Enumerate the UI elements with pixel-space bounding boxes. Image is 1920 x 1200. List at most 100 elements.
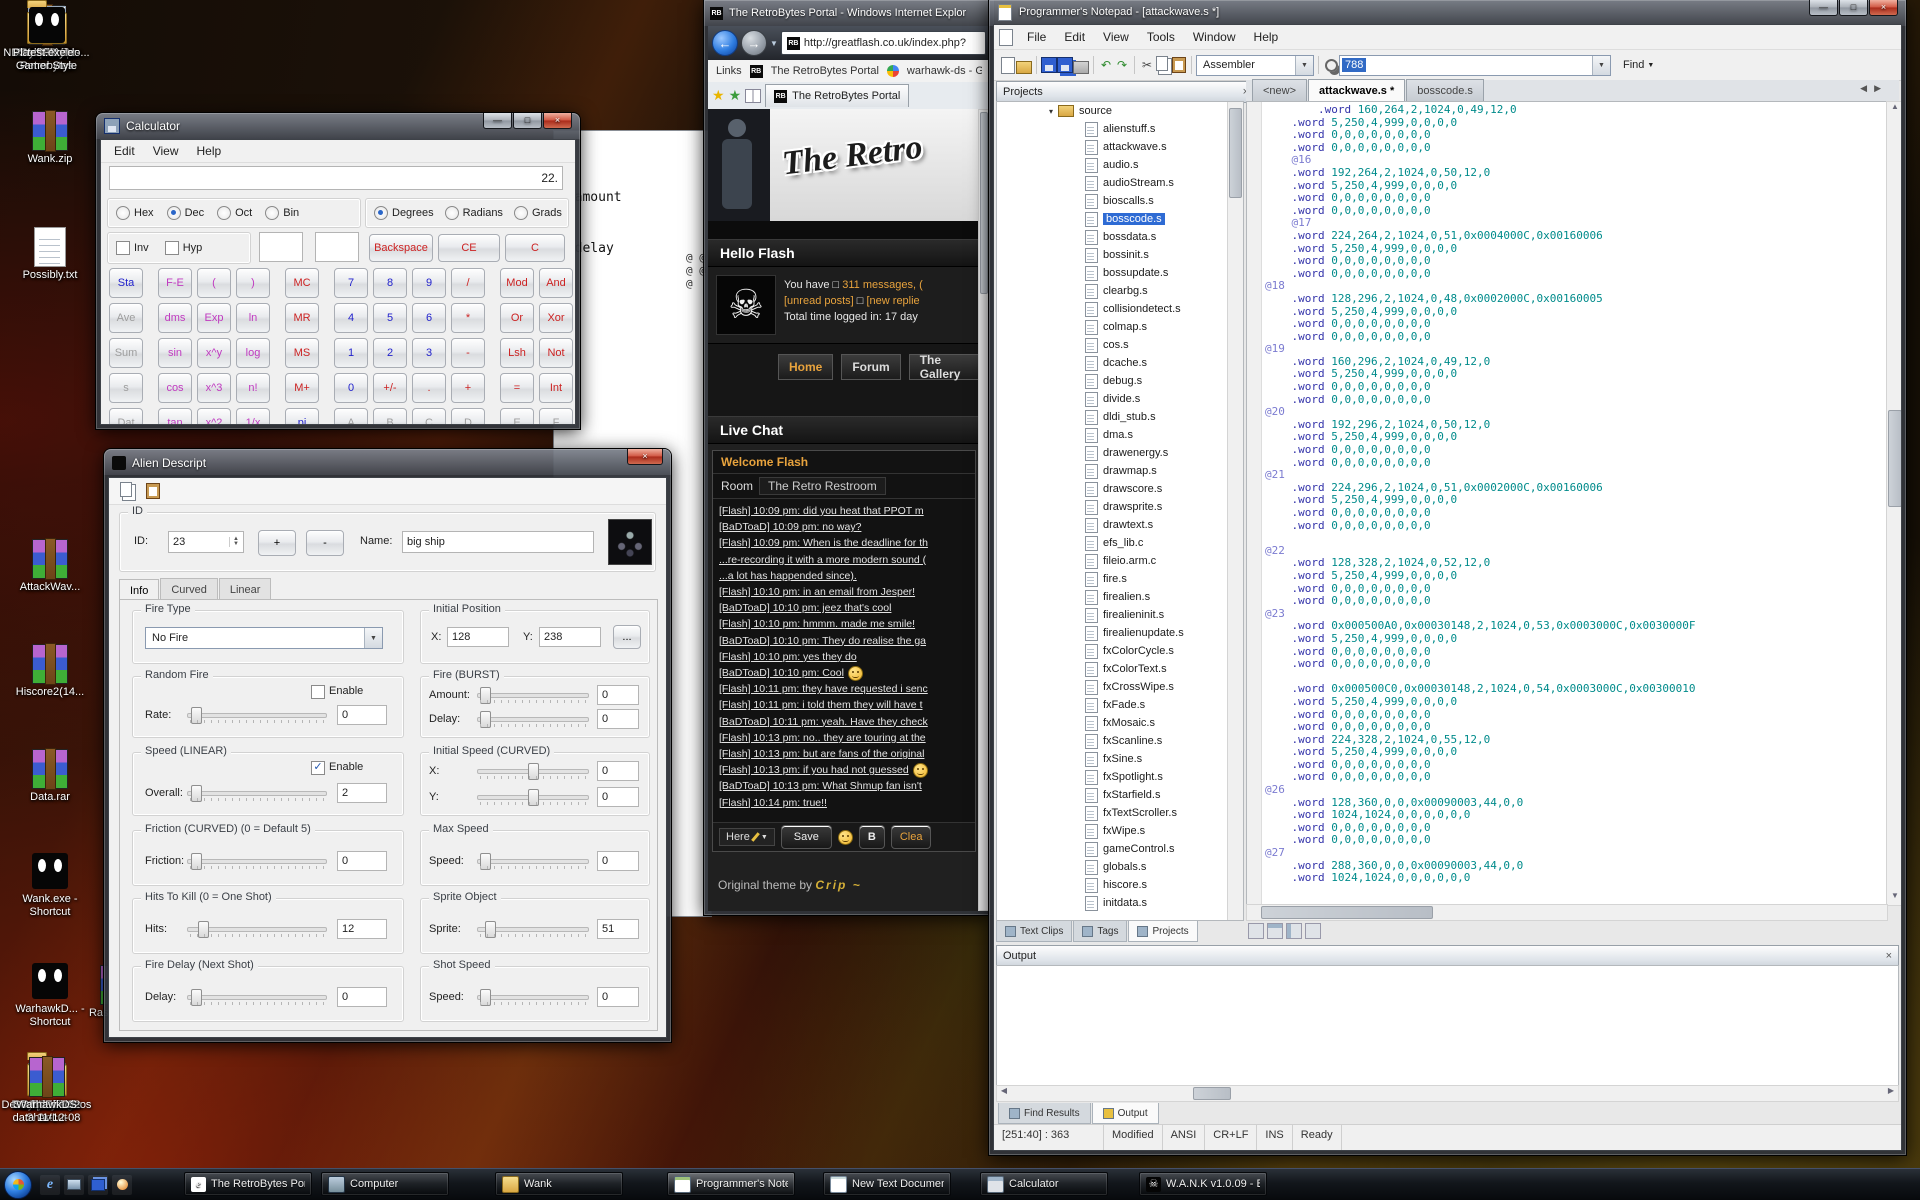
address-bar[interactable]: RB http://greatflash.co.uk/index.php? — [781, 31, 986, 55]
calc-key-9[interactable]: 9 — [412, 268, 446, 298]
menu-file[interactable]: File — [1018, 27, 1055, 47]
radio-dec[interactable]: Dec — [167, 206, 205, 220]
history-dropdown-icon[interactable]: ▼ — [770, 39, 778, 48]
chat-message[interactable]: [Flash] 10:09 pm: did you heat that PPOT… — [719, 503, 969, 519]
desktop-icon-hiscore2-14[interactable]: Hiscore2(14... — [8, 645, 92, 699]
max-speed-slider[interactable] — [477, 851, 589, 871]
taskbar-button-wank[interactable]: Wank — [495, 1172, 623, 1196]
chat-message[interactable]: ...a lot has happended since). — [719, 568, 969, 584]
menu-view[interactable]: View — [1094, 27, 1138, 47]
burst-amount-slider[interactable] — [477, 685, 589, 705]
radio-grads[interactable]: Grads — [514, 206, 562, 220]
close-button[interactable]: × — [543, 113, 572, 129]
calc-key-MS[interactable]: MS — [285, 338, 319, 368]
tree-item-drawscore_s[interactable]: drawscore.s — [997, 480, 1243, 498]
find-button[interactable]: Find▼ — [1623, 59, 1654, 71]
id-spinner[interactable]: 23 ▲▼ — [168, 531, 244, 553]
burst-delay-value[interactable]: 0 — [597, 709, 639, 729]
friction-value[interactable]: 0 — [337, 851, 387, 871]
editor-horizontal-scrollbar[interactable] — [1246, 904, 1888, 921]
tree-item-drawmap_s[interactable]: drawmap.s — [997, 462, 1243, 480]
calc-key-F[interactable]: F — [539, 408, 573, 425]
menu-help[interactable]: Help — [1245, 27, 1288, 47]
output-area[interactable] — [996, 965, 1899, 1087]
tree-item-hiscore_s[interactable]: hiscore.s — [997, 876, 1243, 894]
calc-key-pi[interactable]: pi — [285, 408, 319, 425]
rate-value[interactable]: 0 — [337, 705, 387, 725]
calc-key-_[interactable]: . — [412, 373, 446, 403]
tree-item-fxScanline_s[interactable]: fxScanline.s — [997, 732, 1243, 750]
taskbar-button-calculator[interactable]: Calculator — [980, 1172, 1108, 1196]
calc-key-_[interactable]: ) — [236, 268, 270, 298]
calc-key-5[interactable]: 5 — [373, 303, 407, 333]
chat-message[interactable]: [Flash] 10:10 pm: hmmm. made me smile! — [719, 616, 969, 632]
chat-message[interactable]: ...re-recording it with a more modern so… — [719, 552, 969, 568]
calc-key-ln[interactable]: ln — [236, 303, 270, 333]
calc-key-Lsh[interactable]: Lsh — [500, 338, 534, 368]
tree-item-fxWipe_s[interactable]: fxWipe.s — [997, 822, 1243, 840]
tree-item-bioscalls_s[interactable]: bioscalls.s — [997, 192, 1243, 210]
taskbar-button-computer[interactable]: Computer — [321, 1172, 449, 1196]
chat-message[interactable]: [BaDToaD] 10:10 pm: Cool — [719, 665, 969, 681]
shot-speed-slider[interactable] — [477, 987, 589, 1007]
tree-item-dcache_s[interactable]: dcache.s — [997, 354, 1243, 372]
close-file-icon[interactable] — [1073, 57, 1089, 73]
cut-icon[interactable]: ✂ — [1139, 57, 1155, 73]
chat-message[interactable]: [Flash] 10:13 pm: but are fans of the or… — [719, 746, 969, 762]
id-minus-button[interactable]: - — [306, 530, 344, 556]
link-warhawk[interactable]: warhawk-ds - G — [907, 65, 982, 77]
calc-key-Not[interactable]: Not — [539, 338, 573, 368]
backspace-button[interactable]: Backspace — [369, 234, 433, 262]
panel-tab-tags[interactable]: Tags — [1073, 921, 1127, 942]
chat-message[interactable]: [BaDToaD] 10:10 pm: jeez that's cool — [719, 600, 969, 616]
calc-key-4[interactable]: 4 — [334, 303, 368, 333]
calc-key-Sta[interactable]: Sta — [109, 268, 143, 298]
projects-tree[interactable]: ▾ source alienstuff.sattackwave.saudio.s… — [996, 101, 1244, 921]
tree-root-source[interactable]: ▾ source — [997, 102, 1243, 120]
taskbar-button-programmer-s-note[interactable]: Programmer's Note... — [667, 1172, 795, 1196]
desktop-icon-attackwav[interactable]: AttackWav... — [8, 540, 92, 594]
checkbox-hyp[interactable]: Hyp — [165, 241, 203, 255]
tree-item-cos_s[interactable]: cos.s — [997, 336, 1243, 354]
random-fire-enable-checkbox[interactable] — [311, 685, 325, 699]
calc-key-tan[interactable]: tan — [158, 408, 192, 425]
tab-curved[interactable]: Curved — [160, 578, 217, 600]
calc-key-F_E[interactable]: F-E — [158, 268, 192, 298]
save-all-icon[interactable] — [1057, 57, 1073, 73]
max-speed-value[interactable]: 0 — [597, 851, 639, 871]
overall-value[interactable]: 2 — [337, 783, 387, 803]
radio-bin[interactable]: Bin — [265, 206, 299, 220]
taskbar-button-w-a-n-k-v1-0-09-by[interactable]: ☠W.A.N.K v1.0.09 - By... — [1139, 1172, 1267, 1196]
minimize-button[interactable]: — — [483, 113, 512, 129]
clear-button[interactable]: C — [505, 234, 565, 262]
initial-speed-y-slider[interactable] — [477, 787, 589, 807]
speed-enable-checkbox[interactable]: ✓ — [311, 761, 325, 775]
calc-key-7[interactable]: 7 — [334, 268, 368, 298]
tab-scroll-left-icon[interactable]: ◀ — [1860, 83, 1867, 94]
site-nav-forum[interactable]: Forum — [841, 354, 900, 380]
tree-item-dma_s[interactable]: dma.s — [997, 426, 1243, 444]
chat-message[interactable]: [Flash] 10:11 pm: i told them they will … — [719, 697, 969, 713]
tree-item-collisiondetect_s[interactable]: collisiondetect.s — [997, 300, 1243, 318]
pn-titlebar[interactable]: Programmer's Notepad - [attackwave.s *] … — [989, 0, 1906, 24]
calc-key-x_3[interactable]: x^3 — [197, 373, 231, 403]
calc-key-0[interactable]: 0 — [334, 373, 368, 403]
copy-icon[interactable] — [119, 483, 135, 499]
rate-slider[interactable] — [187, 705, 327, 725]
tree-item-divide_s[interactable]: divide.s — [997, 390, 1243, 408]
tab-info[interactable]: Info — [119, 579, 159, 601]
panel-tab-text-clips[interactable]: Text Clips — [996, 921, 1072, 942]
calc-key-MC[interactable]: MC — [285, 268, 319, 298]
chat-message[interactable]: [Flash] 10:13 pm: if you had not guessed — [719, 762, 969, 778]
add-favorite-icon[interactable]: ★ — [729, 87, 742, 104]
tree-item-fxTextScroller_s[interactable]: fxTextScroller.s — [997, 804, 1243, 822]
tree-item-fxCrossWipe_s[interactable]: fxCrossWipe.s — [997, 678, 1243, 696]
redo-icon[interactable]: ↷ — [1114, 57, 1130, 73]
alien-descript-titlebar[interactable]: Alien Descript × — [104, 449, 671, 477]
chat-message[interactable]: [BaDToaD] 10:10 pm: They do realise the … — [719, 633, 969, 649]
menu-view[interactable]: View — [144, 141, 188, 161]
tree-item-firealienupdate_s[interactable]: firealienupdate.s — [997, 624, 1243, 642]
calc-key-Mod[interactable]: Mod — [500, 268, 534, 298]
calc-key-Xor[interactable]: Xor — [539, 303, 573, 333]
tree-item-fxSine_s[interactable]: fxSine.s — [997, 750, 1243, 768]
